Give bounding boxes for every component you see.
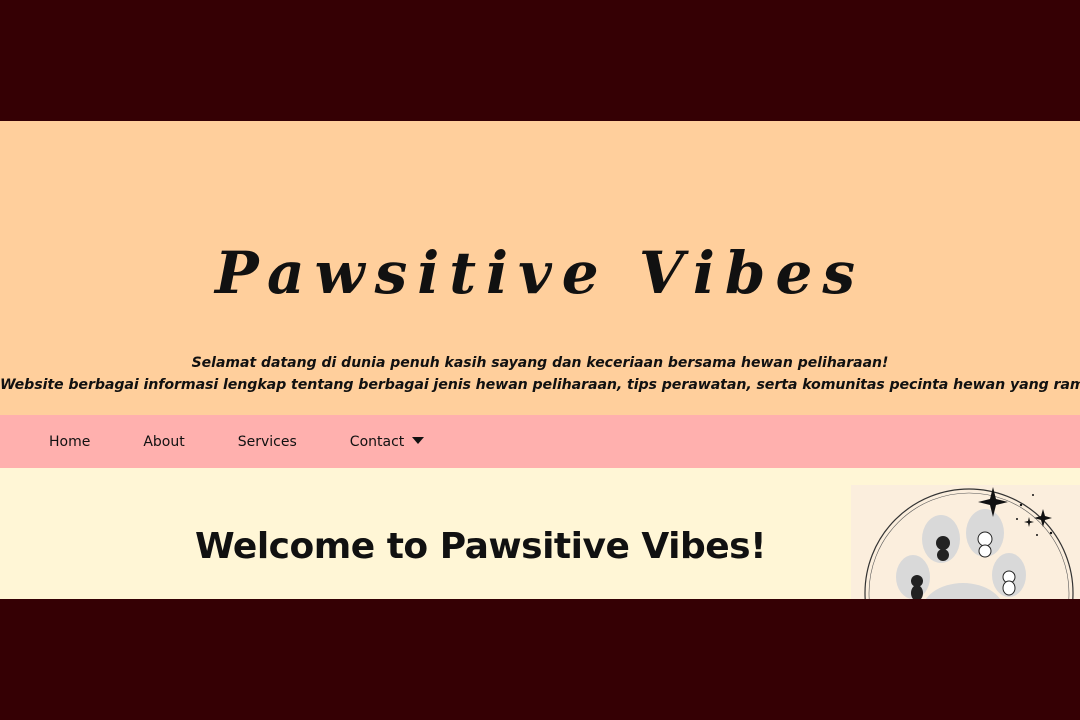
tagline-line-2: Website berbagai informasi lengkap tenta… (0, 377, 1080, 393)
nav-about-link[interactable]: About (143, 434, 184, 450)
site-title: Pawsitive Vibes (215, 239, 865, 307)
nav-contact-label: Contact (349, 433, 405, 450)
nav-services-link[interactable]: Services (238, 434, 297, 450)
paw-puppies-illustration (851, 485, 1080, 599)
paw-print-icon (864, 487, 1074, 599)
tagline-line-1: Selamat datang di dunia penuh kasih saya… (191, 355, 889, 371)
main-navbar: Home About Services Contact (0, 415, 1080, 468)
browser-viewport: Pawsitive Vibes Selamat datang di dunia … (0, 121, 1080, 599)
caret-down-icon (412, 436, 425, 444)
hero-header: Pawsitive Vibes Selamat datang di dunia … (0, 121, 1080, 415)
nav-contact-dropdown[interactable]: Contact (349, 433, 425, 450)
nav-home-link[interactable]: Home (49, 434, 90, 450)
welcome-heading: Welcome to Pawsitive Vibes! (195, 526, 767, 567)
welcome-section: Welcome to Pawsitive Vibes! (0, 468, 1080, 599)
